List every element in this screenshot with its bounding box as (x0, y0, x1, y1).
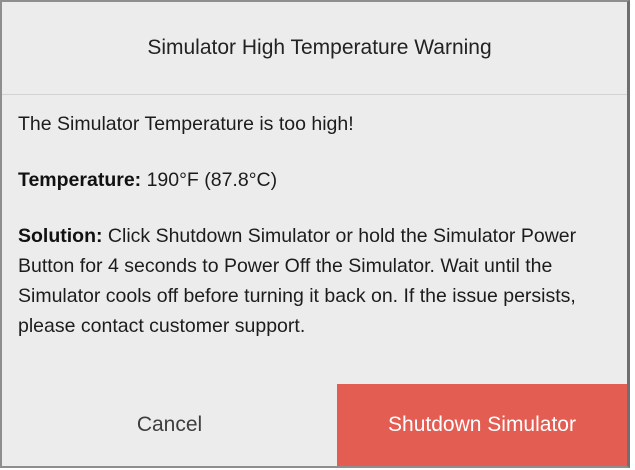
solution-label: Solution: (18, 225, 103, 247)
temperature-label: Temperature: (18, 169, 142, 191)
cancel-button[interactable]: Cancel (2, 384, 337, 466)
dialog-footer: Cancel Shutdown Simulator (2, 384, 627, 466)
solution-line: Solution: Click Shutdown Simulator or ho… (18, 221, 611, 341)
dialog-header: Simulator High Temperature Warning (2, 2, 627, 95)
temperature-line: Temperature: 190°F (87.8°C) (18, 165, 611, 195)
warning-message: The Simulator Temperature is too high! (18, 113, 354, 135)
dialog-title: Simulator High Temperature Warning (147, 36, 492, 59)
shutdown-simulator-button[interactable]: Shutdown Simulator (337, 384, 627, 466)
solution-text: Click Shutdown Simulator or hold the Sim… (18, 225, 577, 337)
temperature-warning-dialog: Simulator High Temperature Warning The S… (0, 0, 630, 468)
temperature-value: 190°F (87.8°C) (141, 169, 278, 191)
dialog-body: The Simulator Temperature is too high! T… (2, 109, 627, 341)
